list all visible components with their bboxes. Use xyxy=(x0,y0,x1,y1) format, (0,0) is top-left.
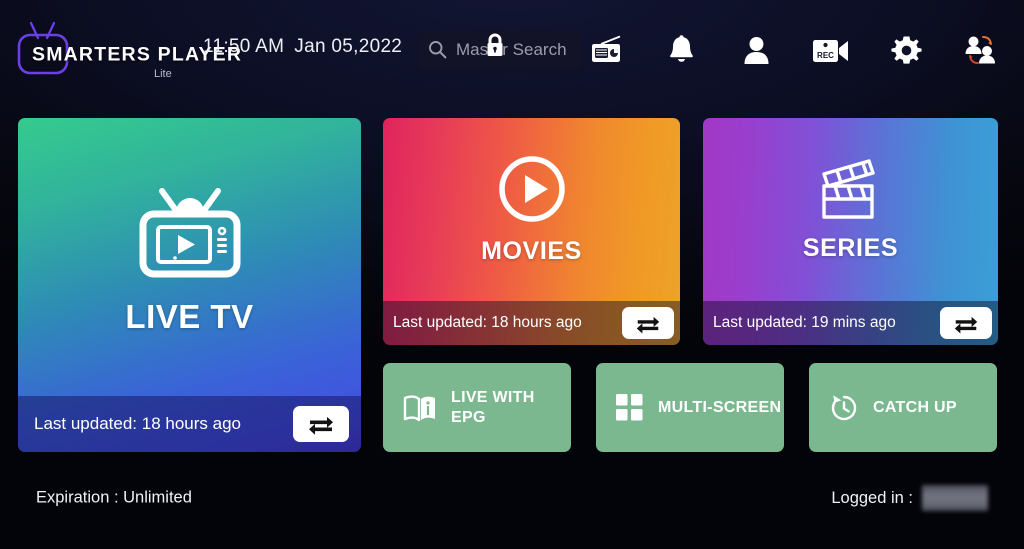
tv-play-icon xyxy=(139,188,240,278)
app-screen: SMARTERS PLAYER Lite 11:50 AM Jan 05,2022… xyxy=(0,0,1024,549)
refresh-button-movies[interactable] xyxy=(622,307,674,339)
refresh-button-series[interactable] xyxy=(940,307,992,339)
grid-four-icon xyxy=(616,393,644,422)
tile-live-tv[interactable]: LIVE TV Last updated: 18 hours ago xyxy=(18,118,361,452)
search-icon xyxy=(424,30,450,69)
button-catch-up[interactable]: CATCH UP xyxy=(809,363,997,452)
radio-icon[interactable] xyxy=(584,28,630,72)
rec-camera-icon[interactable]: REC xyxy=(808,28,854,72)
tile-movies-updated: Last updated: 18 hours ago xyxy=(393,314,582,331)
clock-back-icon xyxy=(829,393,859,423)
tile-live-tv-body: LIVE TV xyxy=(18,118,361,396)
tile-movies-footer: Last updated: 18 hours ago xyxy=(383,301,680,345)
tile-series-body: SERIES xyxy=(703,118,998,301)
tile-live-tv-title: LIVE TV xyxy=(125,298,254,335)
button-catch-up-label: CATCH UP xyxy=(873,398,957,416)
tile-movies[interactable]: MOVIES Last updated: 18 hours ago xyxy=(383,118,680,345)
refresh-button-live-tv[interactable] xyxy=(293,406,349,442)
tile-series-footer: Last updated: 19 mins ago xyxy=(703,301,998,345)
app-logo[interactable]: SMARTERS PLAYER Lite xyxy=(14,16,241,80)
tile-series-updated: Last updated: 19 mins ago xyxy=(713,314,896,331)
tile-series-title: SERIES xyxy=(802,234,899,262)
logged-in-label: Logged in : xyxy=(831,488,913,507)
search-placeholder: Master Search xyxy=(456,39,567,59)
button-multi-screen-label: MULTI-SCREEN xyxy=(658,398,782,416)
logged-in-username-redacted xyxy=(922,485,988,511)
refresh-loop-icon xyxy=(954,316,978,333)
tile-live-tv-footer: Last updated: 18 hours ago xyxy=(18,396,361,452)
search-input[interactable]: Master Search xyxy=(418,30,581,69)
circle-play-icon xyxy=(498,156,565,222)
app-header: SMARTERS PLAYER Lite 11:50 AM Jan 05,2022… xyxy=(0,0,1024,95)
bell-icon[interactable] xyxy=(659,28,705,72)
header-icon-bar: REC xyxy=(584,28,1004,72)
tile-movies-body: MOVIES xyxy=(383,118,680,301)
tile-movies-title: MOVIES xyxy=(481,237,582,265)
logged-in-status: Logged in : xyxy=(831,485,988,511)
refresh-loop-icon xyxy=(309,416,333,435)
button-live-with-epg[interactable]: LIVE WITH EPG xyxy=(383,363,571,452)
clapperboard-icon xyxy=(821,159,875,219)
switch-user-icon[interactable] xyxy=(958,28,1004,72)
tile-series[interactable]: SERIES Last updated: 19 mins ago xyxy=(703,118,998,345)
book-info-icon xyxy=(403,393,437,423)
refresh-loop-icon xyxy=(636,316,660,333)
clock-date: Jan 05,2022 xyxy=(294,36,403,57)
gear-icon[interactable] xyxy=(883,28,929,72)
button-multi-screen[interactable]: MULTI-SCREEN xyxy=(596,363,784,452)
tile-live-tv-updated: Last updated: 18 hours ago xyxy=(34,414,241,433)
svg-text:REC: REC xyxy=(817,51,834,60)
button-live-with-epg-label: LIVE WITH EPG xyxy=(451,388,535,426)
user-icon[interactable] xyxy=(734,28,780,72)
clock-time: 11:50 AM xyxy=(203,36,285,57)
logo-subtext: Lite xyxy=(154,68,172,80)
expiration-status: Expiration : Unlimited xyxy=(36,488,192,507)
clock-display: 11:50 AM Jan 05,2022 xyxy=(203,36,402,58)
